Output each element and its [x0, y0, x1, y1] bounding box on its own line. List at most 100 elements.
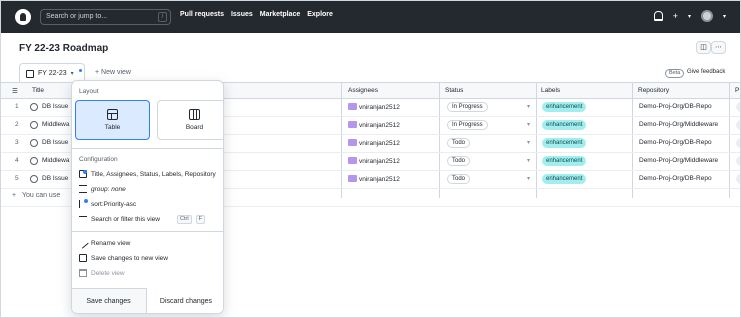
assignee-avatar-icon: [348, 175, 357, 182]
add-item-hint[interactable]: + You can use: [12, 192, 60, 199]
view-options-menu: Layout Table Board Configuration Title, …: [71, 80, 224, 314]
row-assignee[interactable]: vniranjan2512: [348, 139, 400, 147]
menu-item-fields[interactable]: Title, Assignees, Status, Labels, Reposi…: [79, 170, 216, 178]
status-dropdown-icon[interactable]: ▾: [527, 175, 530, 182]
modified-dot: [84, 199, 88, 203]
status-badge[interactable]: Todo: [447, 156, 471, 166]
assignee-avatar-icon: [348, 139, 357, 146]
github-logo-icon[interactable]: [15, 9, 31, 25]
search-input[interactable]: Search or jump to... /: [40, 9, 171, 25]
layout-table-option[interactable]: Table: [75, 100, 150, 140]
group-label: group: none: [91, 185, 126, 193]
menu-item-save-new[interactable]: Save changes to new view: [79, 254, 168, 262]
row-repository[interactable]: Demo-Proj-Org/DB-Repo: [639, 103, 712, 110]
menu-item-filter[interactable]: Search or filter this view Ctrl F: [79, 215, 205, 224]
label-badge[interactable]: enhancement: [542, 120, 587, 130]
row-repository[interactable]: Demo-Proj-Org/Middleware: [639, 121, 718, 128]
issue-open-icon: [30, 157, 38, 165]
discard-changes-button[interactable]: Discard changes: [146, 288, 223, 313]
more-options-icon[interactable]: ⋯: [711, 41, 726, 54]
search-shortcut-badge: /: [158, 12, 167, 22]
row-title[interactable]: Middlewa: [42, 121, 69, 128]
filter-label: Search or filter this view: [91, 216, 160, 223]
status-badge[interactable]: Todo: [447, 138, 471, 148]
row-assignee[interactable]: vniranjan2512: [348, 175, 400, 183]
status-badge[interactable]: In Progress: [447, 102, 488, 112]
label-badge[interactable]: enhancement: [542, 102, 587, 112]
row-assignee[interactable]: vniranjan2512: [348, 121, 400, 129]
status-dropdown-icon[interactable]: ▾: [527, 139, 530, 146]
status-dropdown-icon[interactable]: ▾: [527, 103, 530, 110]
column-header-repository[interactable]: Repository: [638, 87, 669, 94]
save-changes-button[interactable]: Save changes: [72, 288, 145, 313]
row-title[interactable]: DB Issue: [42, 175, 68, 182]
column-header-status[interactable]: Status: [445, 87, 463, 94]
app-window: Search or jump to... / Pull requests Iss…: [0, 0, 741, 318]
nav-marketplace[interactable]: Marketplace: [260, 11, 300, 18]
menu-item-sort[interactable]: sort:Priority-asc: [79, 199, 136, 208]
issue-open-icon: [30, 103, 38, 111]
view-options-chevron-icon[interactable]: ▾: [71, 70, 74, 77]
nav-issues[interactable]: Issues: [231, 11, 253, 18]
label-badge[interactable]: enhancement: [542, 174, 587, 184]
row-assignee[interactable]: vniranjan2512: [348, 157, 400, 165]
row-number: 4: [15, 157, 19, 164]
assignee-name: vniranjan2512: [359, 104, 400, 111]
avatar-chevron-down-icon[interactable]: ▾: [723, 13, 726, 20]
project-title: FY 22-23 Roadmap: [19, 43, 109, 54]
column-header-priority[interactable]: P: [735, 87, 739, 94]
row-repository[interactable]: Demo-Proj-Org/DB-Repo: [639, 175, 712, 182]
filter-lines-icon[interactable]: ☰: [12, 87, 18, 95]
priority-pill[interactable]: [736, 102, 740, 112]
priority-pill[interactable]: [736, 120, 740, 130]
assignee-avatar-icon: [348, 103, 357, 110]
row-title[interactable]: Middlewa: [42, 157, 69, 164]
layout-board-option[interactable]: Board: [157, 100, 223, 140]
row-repository[interactable]: Demo-Proj-Org/DB-Repo: [639, 139, 712, 146]
notifications-bell-icon[interactable]: [653, 11, 663, 21]
user-avatar[interactable]: [700, 10, 713, 22]
search-placeholder: Search or jump to...: [46, 13, 108, 20]
board-layout-icon: [189, 109, 200, 120]
priority-pill[interactable]: [736, 138, 740, 148]
new-view-button[interactable]: + New view: [95, 69, 131, 76]
label-badge[interactable]: enhancement: [542, 138, 587, 148]
save-icon: [79, 254, 87, 262]
kbd-f: F: [195, 215, 205, 224]
status-badge[interactable]: Todo: [447, 174, 471, 184]
column-header-title[interactable]: Title: [32, 87, 44, 94]
group-icon: [79, 185, 87, 193]
status-dropdown-icon[interactable]: ▾: [527, 157, 530, 164]
priority-pill[interactable]: [736, 174, 740, 184]
nav-pull-requests[interactable]: Pull requests: [180, 11, 224, 18]
priority-pill[interactable]: [736, 156, 740, 166]
chevron-down-icon[interactable]: ▾: [688, 13, 691, 20]
menu-item-group[interactable]: group: none: [79, 185, 126, 193]
status-dropdown-icon[interactable]: ▾: [527, 121, 530, 128]
kbd-ctrl: Ctrl: [177, 215, 192, 224]
table-view-icon: [26, 69, 34, 78]
tab-label: FY 22-23: [38, 70, 67, 77]
row-number: 1: [15, 103, 19, 110]
menu-item-delete[interactable]: Delete view: [79, 269, 125, 277]
row-repository[interactable]: Demo-Proj-Org/Middleware: [639, 157, 718, 164]
side-panel-icon[interactable]: ◫: [696, 41, 711, 54]
trash-icon: [79, 269, 87, 277]
menu-item-rename[interactable]: Rename view: [77, 237, 131, 249]
issue-open-icon: [30, 139, 38, 147]
rename-label: Rename view: [91, 239, 131, 247]
create-new-plus-icon[interactable]: +: [673, 11, 678, 21]
issue-open-icon: [30, 175, 38, 183]
row-number: 5: [15, 175, 19, 182]
table-layout-icon: [107, 109, 118, 120]
row-title[interactable]: DB Issue: [42, 103, 68, 110]
label-badge[interactable]: enhancement: [542, 156, 587, 166]
status-badge[interactable]: In Progress: [447, 120, 488, 130]
nav-explore[interactable]: Explore: [307, 11, 333, 18]
column-header-assignees[interactable]: Assignees: [348, 87, 378, 94]
give-feedback-link[interactable]: Give feedback: [687, 69, 725, 75]
column-header-labels[interactable]: Labels: [541, 87, 560, 94]
layout-table-label: Table: [104, 124, 121, 131]
row-assignee[interactable]: vniranjan2512: [348, 103, 400, 111]
row-title[interactable]: DB Issue: [42, 139, 68, 146]
